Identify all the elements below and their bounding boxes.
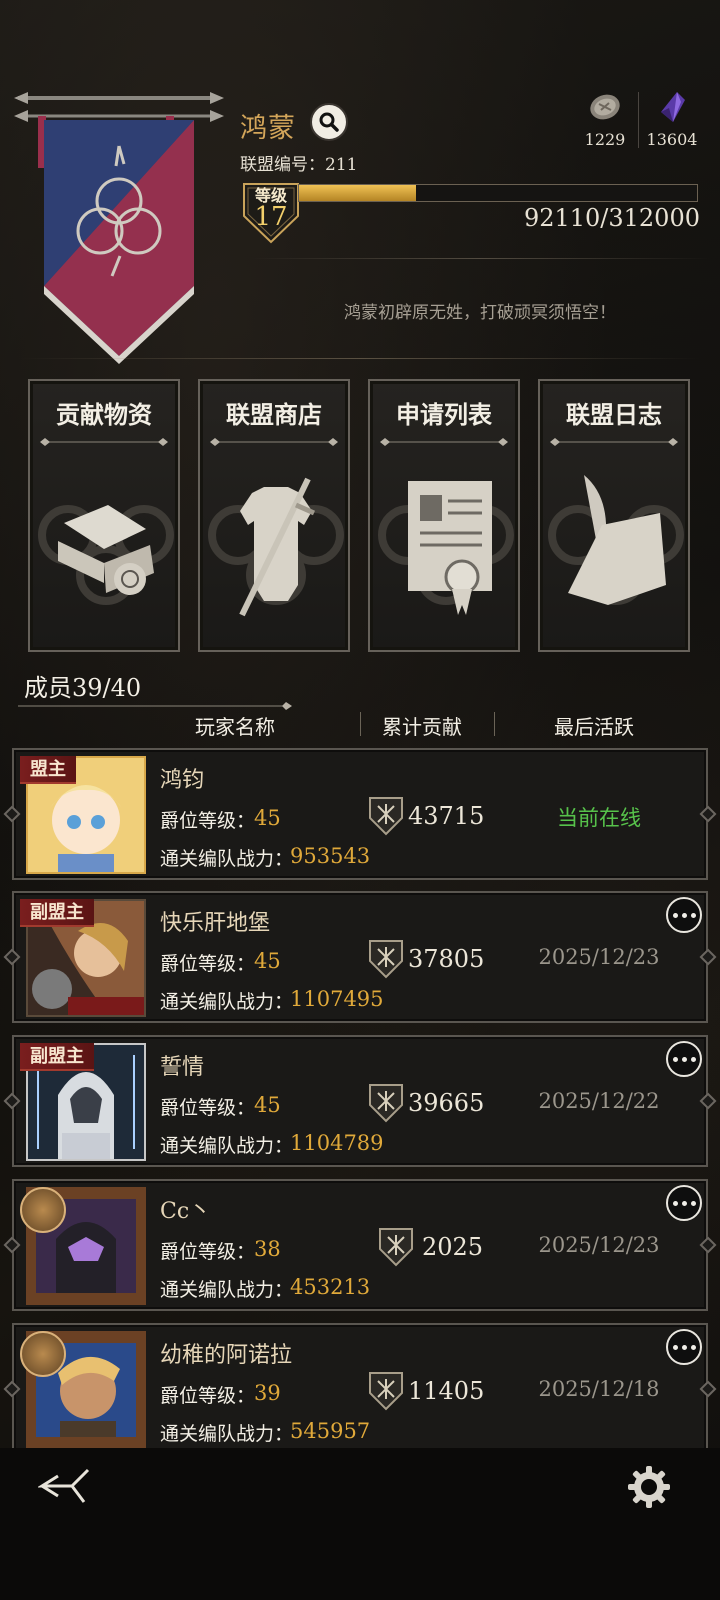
player-name[interactable]: 幼稚的阿诺拉 <box>160 1337 292 1369</box>
rank-value: 45 <box>254 1093 281 1117</box>
frame-medal-icon <box>20 1331 66 1377</box>
rank-label: 爵位等级： <box>160 1241 256 1263</box>
card-applications-title: 申请列表 <box>396 400 492 429</box>
column-divider <box>494 712 495 736</box>
power-value: 1107495 <box>290 987 384 1011</box>
gear-icon[interactable] <box>626 1464 672 1510</box>
role-badge: 盟主 <box>20 756 76 784</box>
currency-crystal[interactable]: 13604 <box>640 90 704 149</box>
back-arrow-icon[interactable] <box>38 1466 94 1506</box>
rank-label: 爵位等级： <box>160 953 256 975</box>
guild-motto: 鸿蒙初辟原无姓，打破顽冥须悟空！ <box>344 303 616 323</box>
search-icon <box>319 112 339 132</box>
more-options-button[interactable] <box>666 1329 702 1365</box>
contribution-value: 11405 <box>408 1377 485 1405</box>
scroll-bundle-icon <box>38 505 174 605</box>
contribution-value: 2025 <box>422 1233 484 1261</box>
level-value: 17 <box>254 202 288 232</box>
power-value: 453213 <box>290 1275 371 1299</box>
rank-value: 45 <box>254 949 281 973</box>
rank-value: 38 <box>254 1237 281 1261</box>
power-label: 通关编队战力： <box>160 1279 294 1301</box>
crystal-icon <box>661 92 685 122</box>
crystal-amount: 13604 <box>646 130 698 149</box>
rank-label: 爵位等级： <box>160 810 256 832</box>
ornament-divider <box>40 438 168 446</box>
ornament-divider <box>210 438 338 446</box>
more-options-button[interactable] <box>666 1185 702 1221</box>
contribution-emblem-icon <box>379 1228 413 1267</box>
power-value: 1104789 <box>290 1131 384 1155</box>
member-row[interactable]: 盟主 鸿钧 爵位等级： 45 通关编队战力： 953543 43715 当前在线 <box>3 748 717 880</box>
power-value: 545957 <box>290 1419 371 1443</box>
card-log[interactable]: 联盟日志 <box>538 379 690 652</box>
contribution-value: 43715 <box>408 802 485 830</box>
column-header-last-active[interactable]: 最后活跃 <box>554 711 634 740</box>
power-label: 通关编队战力： <box>160 1135 294 1157</box>
member-count: 成员39/40 <box>24 674 142 702</box>
rank-label: 爵位等级： <box>160 1097 256 1119</box>
role-badge: 副盟主 <box>20 1043 94 1071</box>
power-label: 通关编队战力： <box>160 848 294 870</box>
player-name[interactable]: 快乐肝地堡 <box>160 905 270 937</box>
last-active-date: 2025/12/23 <box>538 945 660 969</box>
section-divider <box>20 358 700 359</box>
card-shop[interactable]: 联盟商店 <box>198 379 350 652</box>
player-name[interactable]: 鸿钧 <box>160 762 204 794</box>
contribution-emblem-icon <box>369 940 403 979</box>
header-divider <box>250 258 710 259</box>
ornament-divider <box>550 438 678 446</box>
player-name[interactable]: 誓情 <box>160 1049 204 1081</box>
guild-xp-text: 92110/312000 <box>523 204 700 232</box>
card-contribute-title: 贡献物资 <box>56 400 152 429</box>
coin-amount: 1229 <box>584 130 626 149</box>
more-options-button[interactable] <box>666 1041 702 1077</box>
member-row[interactable]: 副盟主 快乐肝地堡 爵位等级： 45 通关编队战力： 1107495 37805… <box>3 891 717 1023</box>
card-log-title: 联盟日志 <box>566 400 662 429</box>
quill-scroll-icon <box>548 475 684 605</box>
member-row[interactable]: 副盟主 誓情 爵位等级： 45 通关编队战力： 1104789 39665 20… <box>3 1035 717 1167</box>
ornament-divider <box>380 438 508 446</box>
rank-value: 45 <box>254 806 281 830</box>
rank-value: 39 <box>254 1381 281 1405</box>
currency-divider <box>638 92 639 148</box>
player-name[interactable]: Cc丶 <box>160 1193 211 1225</box>
card-applications[interactable]: 申请列表 <box>368 379 520 652</box>
last-active-status: 当前在线 <box>557 806 641 830</box>
bottom-bar <box>0 1448 720 1600</box>
contribution-emblem-icon <box>369 797 403 836</box>
armor-sword-icon <box>208 477 344 617</box>
guild-id: 联盟编号：211 <box>240 155 358 175</box>
member-row[interactable]: Cc丶 爵位等级： 38 通关编队战力： 453213 2025 2025/12… <box>3 1179 717 1311</box>
contribution-value: 37805 <box>408 945 485 973</box>
contribution-value: 39665 <box>408 1089 485 1117</box>
last-active-date: 2025/12/18 <box>538 1377 660 1401</box>
guild-xp-fill <box>299 185 417 201</box>
power-label: 通关编队战力： <box>160 1423 294 1445</box>
ornament-divider <box>18 702 292 710</box>
power-label: 通关编队战力： <box>160 991 294 1013</box>
frame-medal-icon <box>20 1187 66 1233</box>
card-contribute[interactable]: 贡献物资 <box>28 379 180 652</box>
rank-label: 爵位等级： <box>160 1385 256 1407</box>
column-header-contribution[interactable]: 累计贡献 <box>382 711 462 740</box>
coin-icon <box>590 94 620 120</box>
column-header-name[interactable]: 玩家名称 <box>195 711 275 740</box>
member-row[interactable]: 幼稚的阿诺拉 爵位等级： 39 通关编队战力： 545957 11405 202… <box>3 1323 717 1455</box>
role-badge: 副盟主 <box>20 899 94 927</box>
contribution-emblem-icon <box>369 1372 403 1411</box>
search-button[interactable] <box>310 103 348 141</box>
power-value: 953543 <box>290 844 371 868</box>
last-active-date: 2025/12/23 <box>538 1233 660 1257</box>
currency-coin[interactable]: 1229 <box>580 90 630 149</box>
guild-name: 鸿蒙 <box>240 113 296 144</box>
guild-banner-icon[interactable] <box>14 86 224 366</box>
guild-xp-bar <box>298 184 698 202</box>
contribution-emblem-icon <box>369 1084 403 1123</box>
column-divider <box>360 712 361 736</box>
last-active-date: 2025/12/22 <box>538 1089 660 1113</box>
more-options-button[interactable] <box>666 897 702 933</box>
certificate-icon <box>378 481 514 615</box>
card-shop-title: 联盟商店 <box>226 400 322 429</box>
